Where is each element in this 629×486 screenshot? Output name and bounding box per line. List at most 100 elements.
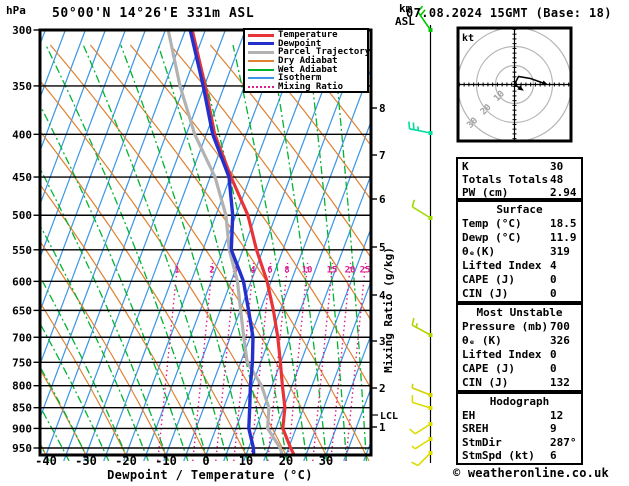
panel-row: PW (cm) 2.94 — [462, 186, 577, 199]
panel-row-value: 326 — [550, 334, 570, 347]
panel-row: K 30 — [462, 160, 577, 173]
panel-row: Totals Totals 48 — [462, 173, 577, 186]
panel-row: Dewp (°C) 11.9 — [462, 231, 577, 245]
wind-barb — [411, 199, 433, 220]
panel-row-value: 700 — [550, 320, 570, 333]
panel-row-value: 0 — [550, 287, 557, 300]
panel-row: SREH 9 — [462, 422, 577, 436]
legend-line-sample — [248, 85, 274, 88]
panel-row: CAPE (J) 0 — [462, 273, 577, 287]
wind-barb-stem — [414, 438, 431, 450]
hodograph-unit-label: kt — [462, 33, 474, 44]
panel-row: Pressure (mb) 700 — [462, 320, 577, 334]
legend-line-sample — [248, 33, 274, 37]
panel-row-value: 0 — [550, 273, 557, 286]
panel-row: Lifted Index 4 — [462, 259, 577, 273]
isotherm-line — [103, 30, 266, 461]
wind-barb-full-tick — [411, 199, 416, 208]
page-title: 50°00'N 14°26'E 331m ASL — [52, 6, 255, 21]
mixing-ratio-axis-label: Mixing Ratio (g/kg) — [382, 247, 395, 373]
km-tick-label: 1 — [379, 421, 386, 434]
panel-row: Lifted Index 0 — [462, 348, 577, 362]
mixing-ratio-label: 1 — [174, 266, 179, 276]
temp-tick-label: 20 — [279, 454, 293, 468]
panel-row-label: Totals Totals — [462, 173, 549, 186]
wind-barb-stem — [414, 423, 431, 435]
isotherm-line — [223, 69, 370, 461]
mixing-ratio-label: 2 — [209, 266, 214, 276]
km-tick-label: 6 — [379, 193, 386, 206]
sounding-screen: 1 2 3 4 6 8 10 15 20 25 300 350 400 450 500 550 600 650 70… — [0, 0, 629, 486]
km-tick-label: 2 — [379, 382, 386, 395]
isotherm-line — [263, 175, 370, 461]
panel-row-value: 2.94 — [550, 186, 577, 199]
panel-row-value: 18.5 — [550, 217, 577, 230]
panel-row: CAPE (J) 0 — [462, 362, 577, 376]
panel-row-label: Dewp (°C) — [462, 231, 522, 244]
wind-barb-full-tick — [409, 428, 416, 435]
panel-row-label: StmSpd (kt) — [462, 449, 535, 463]
panel-row-value: 319 — [550, 245, 570, 258]
panel-row: StmSpd (kt) 6 — [462, 449, 577, 463]
hodograph: kt102030 — [456, 26, 573, 143]
legend-line-sample — [248, 68, 274, 71]
panel-row-value: 9 — [550, 422, 557, 436]
panel-row-value: 132 — [550, 376, 570, 389]
wind-barb-full-tick — [411, 317, 415, 326]
panel-row-label: StmDir — [462, 435, 502, 449]
mixing-ratio-label: 25 — [360, 266, 371, 276]
pressure-tick-label: 900 — [12, 422, 32, 435]
dry-adiabat-line — [41, 132, 250, 461]
wind-barb-full-tick — [412, 122, 415, 130]
mixing-ratio-label: 4 — [250, 266, 256, 276]
wind-barb-full-tick — [411, 461, 419, 467]
temp-tick-label: 10 — [239, 454, 253, 468]
pressure-tick-label: 950 — [12, 442, 32, 455]
mixing-ratio-label: 10 — [302, 266, 313, 276]
panel-row-label: CAPE (J) — [462, 362, 515, 375]
pressure-tick-label: 650 — [12, 304, 32, 317]
temp-tick-label: 0 — [202, 454, 209, 468]
wind-barb — [411, 437, 433, 450]
mixing-ratio-label: 20 — [345, 266, 356, 276]
wet-adiabat-line — [120, 44, 249, 461]
wind-barb-half-tick — [411, 445, 416, 450]
panel-row: CIN (J) 132 — [462, 376, 577, 390]
wind-barb-full-tick — [408, 121, 411, 129]
wind-barb-stem — [411, 324, 431, 336]
panel-row-label: Temp (°C) — [462, 217, 522, 230]
wet-adiabat-line — [41, 408, 70, 461]
lcl-label: LCL — [380, 411, 398, 422]
mixing-ratio-label: 8 — [284, 266, 289, 276]
wind-barb — [411, 395, 433, 410]
wind-barb-stem — [417, 452, 432, 467]
x-axis-title: Dewpoint / Temperature (°C) — [107, 468, 313, 482]
wind-barb-column — [408, 5, 433, 467]
pressure-tick-label: 550 — [12, 244, 32, 257]
panel-row-value: 12 — [550, 408, 564, 422]
legend-line-sample — [248, 77, 274, 80]
panel-title: Hodograph — [489, 395, 550, 408]
panel-row-value: 0 — [550, 348, 557, 361]
legend-line-sample — [248, 60, 274, 63]
mixing-ratio-label: 6 — [267, 266, 272, 276]
panel-row-label: θₑ(K) — [462, 245, 496, 258]
wind-barb — [411, 383, 433, 397]
legend-item: Mixing Ratio — [248, 81, 367, 92]
panel-row: Temp (°C) 18.5 — [462, 217, 577, 231]
legend: Temperature Dewpoint Parcel Trajectory Dry … — [243, 28, 370, 93]
wind-barb-half-tick — [415, 323, 418, 328]
panel-row-value: 0 — [550, 362, 557, 375]
run-datetime: 07.08.2024 15GMT (Base: 18) — [406, 6, 612, 20]
wind-barb-stem — [412, 387, 431, 396]
pressure-tick-label: 350 — [12, 80, 32, 93]
panel-row-label: CAPE (J) — [462, 273, 515, 286]
copyright: © weatheronline.co.uk — [453, 466, 609, 480]
panel-row-value: 287° — [550, 435, 577, 449]
panel-row-value: 11.9 — [550, 231, 577, 244]
panel-row-label: PW (cm) — [462, 186, 509, 199]
legend-line-sample — [248, 42, 274, 46]
panel-row-value: 30 — [550, 160, 564, 173]
legend-item-label: Mixing Ratio — [278, 81, 344, 92]
wind-barb — [411, 451, 433, 467]
